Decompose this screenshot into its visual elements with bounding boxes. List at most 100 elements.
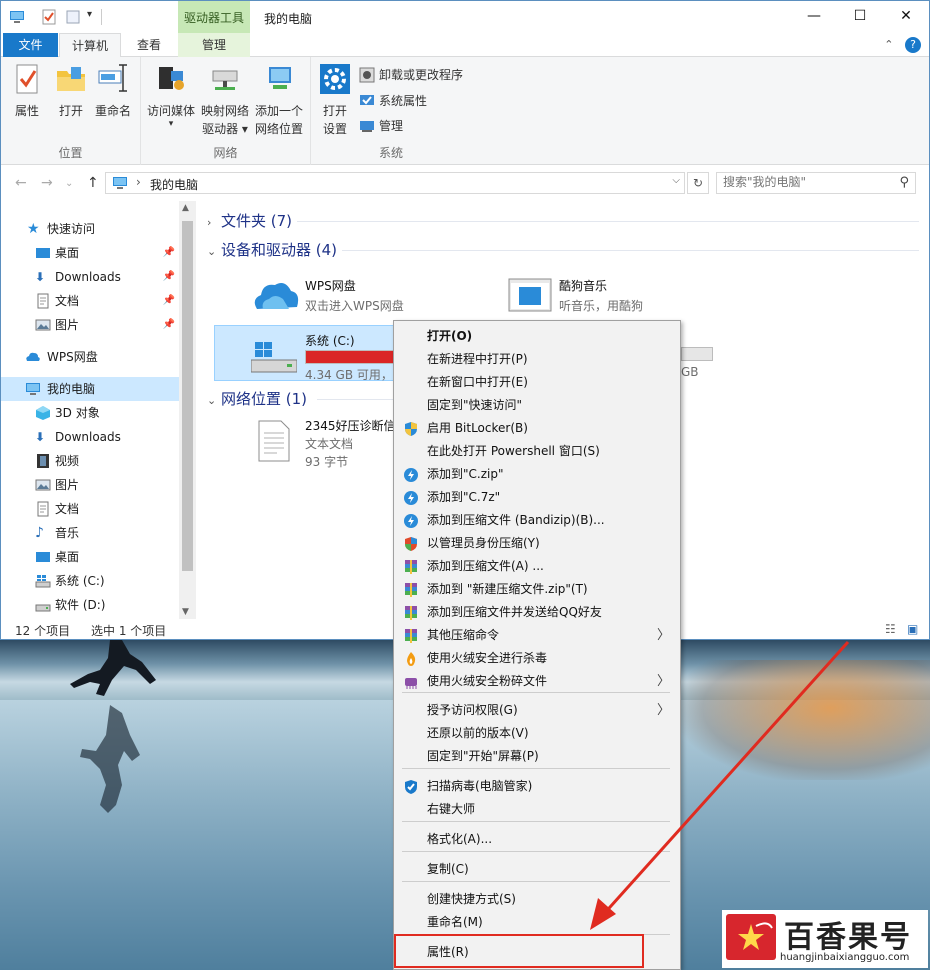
menu-item-enable-bitlocker[interactable]: 启用 BitLocker(B) <box>394 417 680 440</box>
access-media-button[interactable]: 访问媒体 ▾ <box>145 63 197 129</box>
menu-item-add-bandizip[interactable]: 添加到压缩文件 (Bandizip)(B)... <box>394 509 680 532</box>
tab-view[interactable]: 查看 <box>125 33 173 57</box>
nav-scrollbar[interactable]: ▲ ▼ <box>179 201 196 619</box>
menu-item-scan-virus[interactable]: 扫描病毒(电脑管家) <box>394 775 680 798</box>
menu-item-add-new-zip[interactable]: 添加到 "新建压缩文件.zip"(T) <box>394 578 680 601</box>
nav-item-desktop[interactable]: 桌面 📌 <box>1 241 179 265</box>
open-button[interactable]: 打开 <box>53 63 89 120</box>
file-type: 文本文档 <box>305 437 354 451</box>
search-icon[interactable]: ⚲ <box>899 175 909 190</box>
menu-item-huorong-scan[interactable]: 使用火绒安全进行杀毒 <box>394 647 680 670</box>
menu-item-grant-access[interactable]: 授予访问权限(G) 〉 <box>394 699 680 722</box>
nav-item-label: 视频 <box>55 454 80 468</box>
menu-item-right-click-master[interactable]: 右键大师 <box>394 798 680 821</box>
title-bar[interactable]: ▾ 驱动器工具 我的电脑 — ☐ ✕ <box>1 1 929 33</box>
search-box[interactable]: ⚲ <box>716 172 916 194</box>
nav-item-drive-d[interactable]: 软件 (D:) <box>1 593 179 617</box>
nav-item-music[interactable]: ♪ 音乐 <box>1 521 179 545</box>
drive-d-tile[interactable]: GB <box>681 325 721 379</box>
cube-3d-icon <box>36 406 50 420</box>
properties-check-icon[interactable] <box>41 9 57 25</box>
menu-item-restore-versions[interactable]: 还原以前的版本(V) <box>394 722 680 745</box>
nav-item-label: 文档 <box>55 502 80 516</box>
nav-item-documents[interactable]: 文档 📌 <box>1 289 179 313</box>
breadcrumb[interactable]: 我的电脑 <box>150 176 198 193</box>
menu-item-huorong-shred[interactable]: 使用火绒安全粉碎文件 〉 <box>394 670 680 693</box>
nav-scroll-thumb[interactable] <box>182 221 193 571</box>
nav-item-documents-pc[interactable]: 文档 <box>1 497 179 521</box>
address-bar[interactable]: › 我的电脑 ⌵ <box>105 172 685 194</box>
nav-item-pictures-pc[interactable]: 图片 <box>1 473 179 497</box>
nav-quick-access[interactable]: ★ 快速访问 <box>1 217 179 241</box>
nav-item-desktop-pc[interactable]: 桌面 <box>1 545 179 569</box>
computer-icon[interactable] <box>9 9 25 25</box>
open-settings-button[interactable]: 打开 设置 <box>317 63 353 138</box>
nav-item-downloads-pc[interactable]: ⬇ Downloads <box>1 425 179 449</box>
maximize-button[interactable]: ☐ <box>837 1 883 33</box>
nav-item-pictures[interactable]: 图片 📌 <box>1 313 179 337</box>
nav-item-drive-c[interactable]: 系统 (C:) <box>1 569 179 593</box>
scroll-down-icon[interactable]: ▼ <box>182 607 189 617</box>
tab-file[interactable]: 文件 <box>3 33 58 57</box>
shredder-icon <box>403 674 419 690</box>
nav-item-3d-objects[interactable]: 3D 对象 <box>1 401 179 425</box>
device-kugou[interactable]: 酷狗音乐 听音乐，用酷狗 <box>507 275 737 323</box>
add-network-location-button[interactable]: 添加一个 网络位置 <box>253 63 305 138</box>
forward-arrow-icon[interactable]: → <box>41 175 53 191</box>
drive-free-space: 4.34 GB 可用，共 <box>305 368 405 382</box>
map-drive-button[interactable]: 映射网络 驱动器 ▾ <box>199 63 251 138</box>
manage-button[interactable]: 管理 <box>359 116 403 136</box>
nav-my-pc[interactable]: 我的电脑 <box>1 377 179 401</box>
group-folders[interactable]: › 文件夹 (7) <box>207 209 292 233</box>
scroll-up-icon[interactable]: ▲ <box>182 203 189 213</box>
uninstall-programs-button[interactable]: 卸载或更改程序 <box>359 65 463 85</box>
file-size: 93 字节 <box>305 455 349 469</box>
menu-item-add-archive[interactable]: 添加到压缩文件(A) ... <box>394 555 680 578</box>
add-network-line1: 添加一个 <box>254 104 303 118</box>
menu-item-format[interactable]: 格式化(A)... <box>394 828 680 851</box>
up-arrow-icon[interactable]: ↑ <box>87 175 99 191</box>
rename-label: 重命名 <box>94 104 131 118</box>
breadcrumb-chevron-icon[interactable]: › <box>136 175 141 189</box>
nav-wps-cloud[interactable]: WPS网盘 <box>1 345 179 369</box>
menu-item-copy[interactable]: 复制(C) <box>394 858 680 881</box>
menu-item-open[interactable]: 打开(O) <box>394 325 680 348</box>
nav-item-videos[interactable]: 视频 <box>1 449 179 473</box>
menu-item-create-shortcut[interactable]: 创建快捷方式(S) <box>394 888 680 911</box>
group-network[interactable]: ⌄ 网络位置 (1) <box>207 387 307 411</box>
address-dropdown-icon[interactable]: ⌵ <box>672 175 680 186</box>
winrar-icon <box>403 628 419 644</box>
menu-item-pin-start[interactable]: 固定到"开始"屏幕(P) <box>394 745 680 768</box>
minimize-button[interactable]: — <box>791 1 837 33</box>
properties-button[interactable]: 属性 <box>9 63 45 120</box>
help-icon[interactable]: ? <box>905 37 921 53</box>
recent-locations-icon[interactable]: ⌄ <box>65 178 73 189</box>
properties-highlight-box <box>394 934 644 968</box>
new-folder-icon[interactable] <box>65 9 81 25</box>
tab-computer[interactable]: 计算机 <box>59 33 121 58</box>
bandizip-icon <box>403 467 419 483</box>
system-properties-button[interactable]: 系统属性 <box>359 91 427 111</box>
menu-item-add-c-zip[interactable]: 添加到"C.zip" <box>394 463 680 486</box>
menu-item-pin-quick-access[interactable]: 固定到"快速访问" <box>394 394 680 417</box>
rename-button[interactable]: 重命名 <box>93 63 133 120</box>
back-arrow-icon[interactable]: ← <box>15 175 27 191</box>
nav-item-downloads[interactable]: ⬇ Downloads 📌 <box>1 265 179 289</box>
menu-item-open-new-process[interactable]: 在新进程中打开(P) <box>394 348 680 371</box>
details-view-icon[interactable]: ☷ <box>885 622 896 636</box>
menu-item-open-new-window[interactable]: 在新窗口中打开(E) <box>394 371 680 394</box>
menu-item-admin-compress[interactable]: 以管理员身份压缩(Y) <box>394 532 680 555</box>
device-wps[interactable]: WPS网盘 双击进入WPS网盘 <box>253 275 483 323</box>
close-button[interactable]: ✕ <box>883 1 929 33</box>
refresh-button[interactable]: ↻ <box>687 172 709 194</box>
search-input[interactable] <box>723 175 893 189</box>
group-devices[interactable]: ⌄ 设备和驱动器 (4) <box>207 238 337 262</box>
tiles-view-icon[interactable]: ▣ <box>907 622 918 636</box>
tab-manage[interactable]: 管理 <box>178 33 250 57</box>
collapse-ribbon-icon[interactable]: ⌃ <box>884 38 893 51</box>
menu-item-other-compress[interactable]: 其他压缩命令 〉 <box>394 624 680 647</box>
menu-item-add-send-qq[interactable]: 添加到压缩文件并发送给QQ好友 <box>394 601 680 624</box>
menu-item-rename[interactable]: 重命名(M) <box>394 911 680 934</box>
menu-item-add-c-7z[interactable]: 添加到"C.7z" <box>394 486 680 509</box>
menu-item-open-powershell[interactable]: 在此处打开 Powershell 窗口(S) <box>394 440 680 463</box>
